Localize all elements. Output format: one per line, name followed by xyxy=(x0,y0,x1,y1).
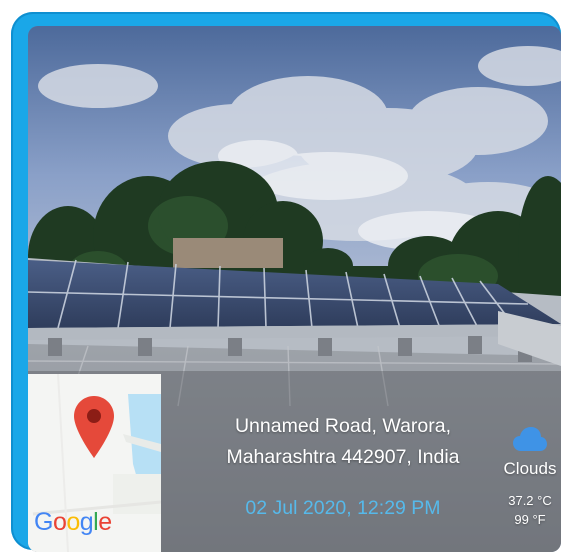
weather-widget: Clouds 37.2 °C 99 °F xyxy=(500,427,560,529)
temperature-fahrenheit: 99 °F xyxy=(514,512,546,527)
temperature-celsius: 37.2 °C xyxy=(508,493,552,508)
address-text: Unnamed Road, Warora, Maharashtra 442907… xyxy=(193,411,493,473)
geotag-overlay: Google Unnamed Road, Warora, Maharashtra… xyxy=(28,371,561,552)
geotagged-photo: Google Unnamed Road, Warora, Maharashtra… xyxy=(28,26,561,552)
timestamp: 02 Jul 2020, 12:29 PM xyxy=(245,497,441,519)
address-line-2: Maharashtra 442907, India xyxy=(226,446,460,468)
cloud-icon xyxy=(513,427,547,451)
map-thumbnail[interactable]: Google xyxy=(28,374,161,552)
map-pin-icon xyxy=(74,396,114,458)
address-line-1: Unnamed Road, Warora, xyxy=(234,415,452,437)
weather-condition: Clouds xyxy=(503,459,557,478)
google-logo: Google xyxy=(34,508,112,536)
